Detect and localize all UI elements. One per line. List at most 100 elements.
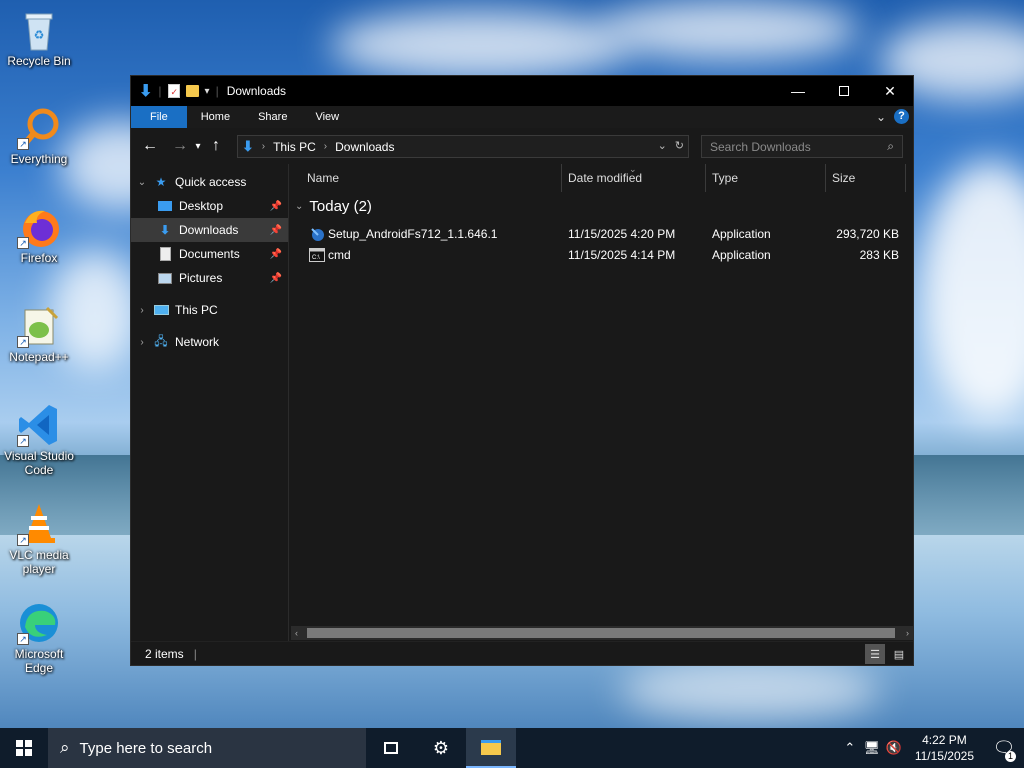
details-view-button[interactable]: ☰ bbox=[865, 644, 885, 664]
desktop-icon-vscode[interactable]: ↗ Visual Studio Code bbox=[2, 403, 76, 477]
navigation-bar: ← → ▾ ↑ ⬇ › This PC › Downloads ⌄ ↻ ⌕ bbox=[131, 128, 913, 164]
network-icon: 🖧 bbox=[154, 333, 168, 348]
navigation-pane: ⌄ ★ Quick access Desktop 📌 ⬇ Downloads 📌… bbox=[131, 164, 289, 642]
group-label: Today (2) bbox=[309, 198, 372, 215]
nav-item-desktop[interactable]: Desktop 📌 bbox=[131, 194, 288, 218]
customize-quick-access-chevron-icon[interactable]: ▾ bbox=[205, 86, 210, 97]
collapse-chevron-icon[interactable]: ⌄ bbox=[135, 177, 149, 188]
properties-icon[interactable]: ✓ bbox=[167, 84, 180, 98]
downloads-location-icon: ⬇ bbox=[242, 138, 254, 154]
desktop-icon-label: Firefox bbox=[20, 251, 58, 265]
gear-icon: ⚙ bbox=[432, 737, 450, 758]
nav-item-pictures[interactable]: Pictures 📌 bbox=[131, 266, 288, 290]
scroll-right-arrow-icon[interactable]: › bbox=[906, 626, 909, 640]
nav-network[interactable]: › 🖧 Network bbox=[131, 330, 288, 354]
new-folder-icon[interactable] bbox=[185, 85, 199, 97]
minimize-button[interactable]: — bbox=[775, 76, 821, 106]
search-input[interactable] bbox=[710, 139, 878, 154]
breadcrumb-separator-icon: › bbox=[261, 141, 266, 152]
back-button[interactable]: ← bbox=[139, 137, 161, 155]
edge-icon: ↗ bbox=[17, 601, 61, 645]
desktop-icon-label: Recycle Bin bbox=[7, 54, 71, 68]
expand-ribbon-chevron-icon[interactable]: ⌄ bbox=[876, 110, 886, 124]
breadcrumb-separator-icon: › bbox=[323, 141, 328, 152]
nav-label: Pictures bbox=[179, 271, 223, 285]
breadcrumb-downloads[interactable]: Downloads bbox=[335, 140, 394, 154]
notifications-button[interactable]: 🗨 1 bbox=[984, 728, 1024, 768]
column-header-size[interactable]: Size bbox=[832, 164, 855, 192]
item-count: 2 items bbox=[145, 646, 184, 661]
scrollbar-thumb[interactable] bbox=[307, 628, 895, 638]
explorer-window: ⬇ | ✓ ▾ | Downloads — ✕ File Home Share … bbox=[130, 75, 914, 666]
volume-muted-icon[interactable]: 🔇 bbox=[883, 740, 905, 756]
search-icon: ⌕ bbox=[60, 738, 70, 757]
column-header-name[interactable]: Name bbox=[307, 164, 339, 192]
clock[interactable]: 4:22 PM 11/15/2025 bbox=[905, 732, 984, 764]
show-hidden-icons-chevron-icon[interactable]: ⌃ bbox=[839, 740, 861, 756]
sort-chevron-icon: ⌄ bbox=[629, 164, 637, 174]
nav-item-documents[interactable]: Documents 📌 bbox=[131, 242, 288, 266]
nav-item-downloads[interactable]: ⬇ Downloads 📌 bbox=[131, 218, 288, 242]
file-list: Name Date modified ⌄ Type Size ⌄ Today (… bbox=[289, 164, 913, 642]
file-explorer-taskbar-button[interactable] bbox=[466, 728, 516, 768]
tab-share[interactable]: Share bbox=[244, 106, 301, 128]
network-tray-icon[interactable]: 🖥 bbox=[861, 740, 883, 756]
nav-label: Quick access bbox=[175, 175, 247, 189]
close-button[interactable]: ✕ bbox=[867, 76, 913, 106]
nav-label: Network bbox=[175, 335, 220, 349]
file-name: cmd bbox=[328, 248, 351, 262]
breadcrumb-this-pc[interactable]: This PC bbox=[273, 140, 316, 154]
tab-file[interactable]: File bbox=[131, 106, 187, 128]
start-button[interactable] bbox=[0, 728, 48, 768]
desktop-icon-vlc[interactable]: ↗ VLC media player bbox=[2, 502, 76, 576]
vscode-icon: ↗ bbox=[17, 403, 61, 447]
search-box[interactable]: ⌕ bbox=[701, 135, 903, 158]
nav-this-pc[interactable]: › This PC bbox=[131, 298, 288, 322]
title-bar[interactable]: ⬇ | ✓ ▾ | Downloads — ✕ bbox=[131, 76, 913, 106]
table-row[interactable]: C:\ cmd 11/15/2025 4:14 PM Application 2… bbox=[289, 245, 913, 266]
desktop-icon-label: Microsoft Edge bbox=[14, 647, 64, 675]
explorer-body: ⌄ ★ Quick access Desktop 📌 ⬇ Downloads 📌… bbox=[131, 164, 913, 642]
desktop-icon-edge[interactable]: ↗ Microsoft Edge bbox=[2, 601, 76, 675]
vlc-cone-icon: ↗ bbox=[17, 502, 61, 546]
nav-label: Downloads bbox=[179, 223, 239, 237]
column-header-type[interactable]: Type bbox=[712, 164, 738, 192]
settings-taskbar-button[interactable]: ⚙ bbox=[416, 728, 466, 768]
search-icon: ⌕ bbox=[887, 139, 894, 153]
table-row[interactable]: Setup_AndroidFs712_1.1.646.1 11/15/2025 … bbox=[289, 224, 913, 245]
scroll-left-arrow-icon[interactable]: ‹ bbox=[295, 626, 298, 640]
group-header-today[interactable]: ⌄ Today (2) bbox=[295, 198, 372, 215]
horizontal-scrollbar[interactable]: ‹ › bbox=[291, 626, 913, 640]
desktop-icon-notepadpp[interactable]: ↗ Notepad++ bbox=[2, 304, 76, 364]
desktop-icon-label: VLC media player bbox=[9, 548, 69, 576]
svg-text:♻: ♻ bbox=[34, 28, 45, 42]
nav-quick-access[interactable]: ⌄ ★ Quick access bbox=[131, 170, 288, 194]
task-view-button[interactable] bbox=[366, 728, 416, 768]
help-icon[interactable]: ? bbox=[894, 109, 909, 124]
pin-icon: 📌 bbox=[269, 272, 282, 284]
taskbar-search-box[interactable]: ⌕ Type here to search bbox=[48, 728, 366, 768]
address-history-chevron-icon[interactable]: ⌄ bbox=[658, 139, 667, 152]
window-controls: — ✕ bbox=[775, 76, 913, 106]
collapse-group-chevron-icon[interactable]: ⌄ bbox=[295, 201, 303, 212]
tab-home[interactable]: Home bbox=[187, 106, 244, 128]
refresh-icon[interactable]: ↻ bbox=[675, 139, 684, 152]
desktop-icon-recycle-bin[interactable]: ♻ Recycle Bin bbox=[2, 8, 76, 68]
quick-access-toolbar: ⬇ | ✓ ▾ | bbox=[139, 83, 219, 100]
expand-chevron-icon[interactable]: › bbox=[135, 305, 149, 316]
desktop-icon-everything[interactable]: ↗ Everything bbox=[2, 106, 76, 166]
svg-text:C:\: C:\ bbox=[312, 255, 320, 261]
file-type: Application bbox=[712, 248, 771, 262]
large-icons-view-button[interactable]: ▤ bbox=[889, 644, 909, 664]
desktop-icon-label: Notepad++ bbox=[9, 350, 69, 364]
desktop-icon-firefox[interactable]: ↗ Firefox bbox=[2, 205, 76, 265]
taskbar-search-placeholder: Type here to search bbox=[79, 739, 213, 757]
recent-locations-chevron-icon[interactable]: ▾ bbox=[191, 141, 205, 152]
expand-chevron-icon[interactable]: › bbox=[135, 337, 149, 348]
up-button[interactable]: ↑ bbox=[205, 137, 227, 155]
maximize-button[interactable] bbox=[821, 76, 867, 106]
notification-count: 1 bbox=[1005, 751, 1016, 762]
tab-view[interactable]: View bbox=[301, 106, 353, 128]
address-bar[interactable]: ⬇ › This PC › Downloads ⌄ ↻ bbox=[237, 135, 689, 158]
forward-button[interactable]: → bbox=[169, 137, 191, 155]
